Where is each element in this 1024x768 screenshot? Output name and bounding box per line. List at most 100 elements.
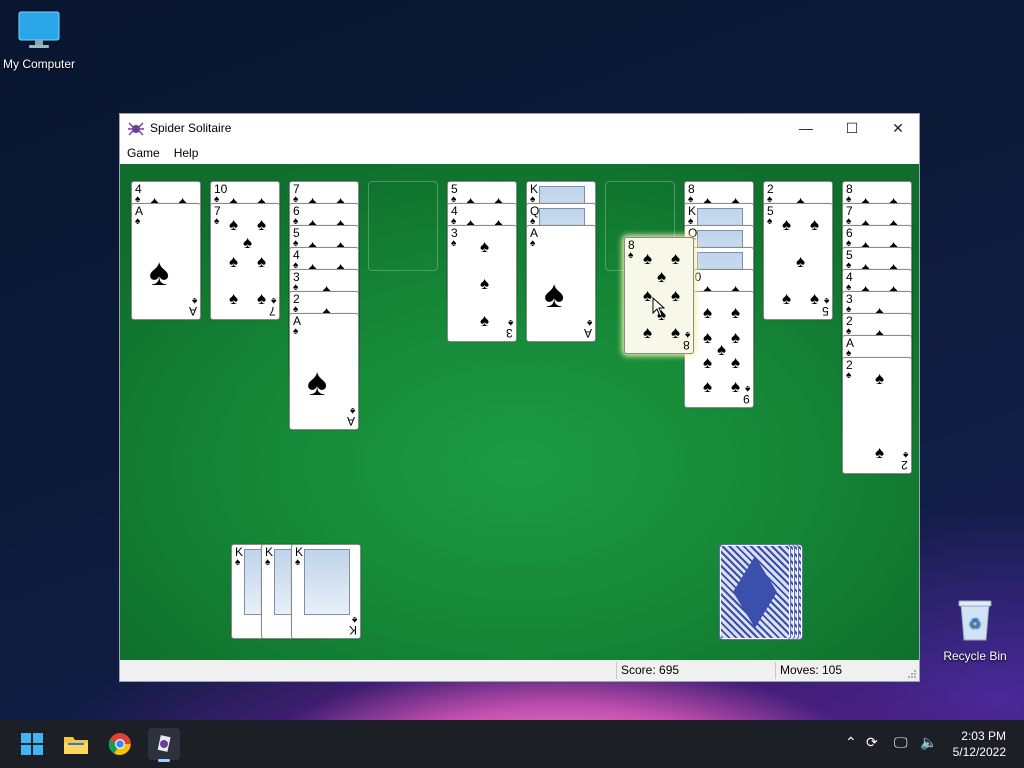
card-suit: ♠ [451, 238, 457, 249]
card-pip: ♠ [671, 323, 681, 342]
playing-card[interactable]: 7♠7♠♠♠♠♠♠♠♠ [210, 203, 280, 320]
completed-suit-pile[interactable]: K♠K♠ [291, 544, 361, 639]
card-pip: ♠ [810, 215, 820, 234]
resize-grip-icon[interactable] [907, 669, 917, 679]
card-suit: ♠ [823, 295, 829, 306]
card-suit: ♠ [265, 557, 271, 568]
card-pip: ♠ [671, 286, 681, 305]
game-table[interactable]: 4♠4♠♠♠♠♠A♠A♠♠10♠10♠♠♠♠♠♠♠♠♠♠♠7♠7♠♠♠♠♠♠♠♠… [120, 164, 919, 660]
playing-card[interactable]: A♠A♠♠ [131, 203, 201, 320]
clock-time: 2:03 PM [961, 729, 1006, 743]
recycle-bin-icon: ♻ [958, 600, 992, 641]
card-pip: ♠ [229, 289, 239, 308]
volume-icon[interactable]: 🔈 [920, 734, 937, 751]
network-icon[interactable]: 🖵 [894, 734, 908, 751]
playing-card[interactable]: 9♠9♠♠♠♠♠♠♠♠♠♠ [684, 291, 754, 408]
file-explorer-button[interactable] [60, 728, 92, 760]
card-rank: K [348, 623, 357, 637]
svg-text:♻: ♻ [969, 615, 982, 631]
card-pip: ♠ [796, 252, 806, 271]
card-suit: ♠ [214, 216, 220, 227]
close-icon: ✕ [892, 119, 904, 136]
menu-game[interactable]: Game [120, 146, 167, 160]
card-suit: ♠ [767, 216, 773, 227]
card-pip: ♠ [731, 303, 741, 322]
card-pip: ♠ [671, 249, 681, 268]
card-pip: ♠ [731, 377, 741, 396]
card-pip: ♠ [731, 328, 741, 347]
card-suit: ♠ [349, 405, 355, 416]
playing-card[interactable]: A♠A♠♠ [289, 313, 359, 430]
card-pip: ♠ [875, 443, 885, 462]
card-suit: ♠ [293, 326, 299, 337]
maximize-icon: ☐ [845, 119, 859, 136]
card-pip: ♠ [229, 215, 239, 234]
card-pip: ♠ [717, 340, 727, 359]
close-button[interactable]: ✕ [875, 114, 921, 142]
spider-app-icon [157, 735, 171, 752]
status-bar: Score: 695 Moves: 105 [120, 660, 919, 681]
card-pip: ♠ [243, 233, 253, 252]
card-pip: ♠ [703, 328, 713, 347]
card-suit: ♠ [586, 317, 592, 328]
stock-pile[interactable] [719, 544, 791, 640]
windows-logo-icon [21, 733, 43, 755]
spider-solitaire-window: Spider Solitaire — ☐ ✕ Game Help 4♠4♠♠♠♠… [119, 113, 920, 682]
card-pip: ♠ [875, 369, 885, 388]
playing-card[interactable]: A♠A♠♠ [526, 225, 596, 342]
card-suit: ♠ [507, 317, 513, 328]
card-suit: ♠ [744, 383, 750, 394]
card-rank: A [346, 414, 355, 428]
empty-column-slot[interactable] [368, 181, 438, 271]
card-rank: A [188, 304, 197, 318]
card-pip: ♠ [480, 237, 490, 256]
card-pip: ♠ [731, 353, 741, 372]
card-pip: ♠ [810, 289, 820, 308]
card-pip: ♠ [703, 353, 713, 372]
maximize-button[interactable]: ☐ [829, 114, 875, 142]
card-suit: ♠ [846, 370, 852, 381]
card-suit: ♠ [191, 295, 197, 306]
card-pip: ♠ [643, 249, 653, 268]
playing-card[interactable]: 2♠2♠♠♠ [842, 357, 912, 474]
menu-help[interactable]: Help [167, 146, 206, 160]
chrome-icon [108, 733, 131, 755]
card-suit: ♠ [684, 329, 690, 340]
card-pip: ♠ [643, 323, 653, 342]
card-pip: ♠ [149, 252, 170, 294]
taskbar: ⌃ ⟳ 🖵 🔈 2:03 PM 5/12/2022 [0, 720, 1024, 768]
card-pip: ♠ [307, 362, 328, 404]
card-pip: ♠ [257, 215, 267, 234]
spider-solitaire-taskbar-button[interactable] [148, 728, 180, 762]
playing-card[interactable]: 3♠3♠♠♠♠ [447, 225, 517, 342]
desktop-icon-recycle-bin[interactable]: ♻ Recycle Bin [933, 598, 1017, 663]
update-icon[interactable]: ⟳ [866, 734, 878, 751]
mouse-cursor-icon [652, 297, 666, 317]
card-suit: ♠ [628, 250, 634, 261]
clock-date: 5/12/2022 [952, 745, 1006, 759]
card-suit: ♠ [530, 238, 536, 249]
face-card-picture [304, 549, 350, 615]
card-suit: ♠ [235, 557, 241, 568]
desktop-icon-my-computer[interactable]: My Computer [0, 10, 81, 71]
title-bar[interactable]: Spider Solitaire — ☐ ✕ [120, 114, 919, 142]
card-pip: ♠ [257, 289, 267, 308]
card-rank: 9 [743, 392, 750, 406]
clock[interactable]: 2:03 PM 5/12/2022 [953, 728, 1006, 760]
card-rank: 7 [269, 304, 276, 318]
card-pip: ♠ [782, 289, 792, 308]
card-pip: ♠ [480, 311, 490, 330]
dragged-card[interactable]: 8♠8♠♠♠♠♠♠♠♠♠ [624, 237, 694, 354]
chrome-button[interactable] [104, 728, 136, 760]
card-pip: ♠ [782, 215, 792, 234]
card-rank: 8 [683, 338, 690, 352]
minimize-button[interactable]: — [783, 114, 829, 142]
card-suit: ♠ [295, 557, 301, 568]
card-pip: ♠ [544, 274, 565, 316]
card-pip: ♠ [703, 377, 713, 396]
chevron-up-icon[interactable]: ⌃ [845, 734, 857, 751]
start-button[interactable] [16, 728, 48, 760]
playing-card[interactable]: 5♠5♠♠♠♠♠♠ [763, 203, 833, 320]
folder-icon [64, 737, 88, 754]
card-rank: 3 [506, 326, 513, 340]
